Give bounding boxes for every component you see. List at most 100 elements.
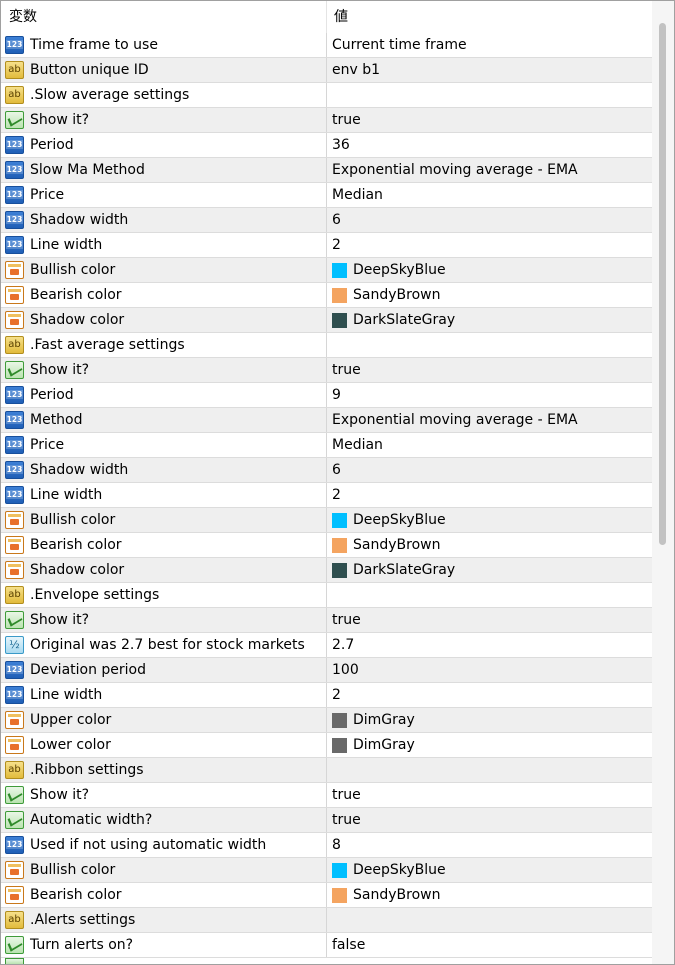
color-type-icon [5,311,24,329]
parameter-name: Shadow color [30,312,125,328]
parameter-row[interactable]: Method Exponential moving average - EMA [1,408,653,433]
parameter-value-cell[interactable] [327,583,653,607]
parameter-row[interactable]: Slow Ma Method Exponential moving average… [1,158,653,183]
parameter-name-cell: Show it? [1,608,327,632]
bool-type-icon [5,811,24,829]
parameter-name: Period [30,387,74,403]
integer-type-icon [5,161,24,179]
parameter-value-cell[interactable]: env b1 [327,58,653,82]
parameter-row[interactable]: Bullish color DeepSkyBlue [1,858,653,883]
column-header-variable[interactable]: 変数 [1,1,327,33]
parameter-row[interactable]: Show it? true [1,608,653,633]
parameter-row[interactable]: Bullish color DeepSkyBlue [1,508,653,533]
color-swatch [332,562,347,578]
parameter-row[interactable]: Lower color DimGray [1,733,653,758]
parameter-row[interactable]: .Fast average settings [1,333,653,358]
parameter-value: DarkSlateGray [353,312,456,328]
parameter-row[interactable]: Deviation period 100 [1,658,653,683]
parameter-row[interactable]: .Ribbon settings [1,758,653,783]
parameter-value-cell[interactable]: 2.7 [327,633,653,657]
parameter-value-cell[interactable]: DeepSkyBlue [327,508,653,532]
parameter-value-cell[interactable]: DeepSkyBlue [327,258,653,282]
vertical-scrollbar[interactable] [652,1,674,964]
parameter-value-cell[interactable]: SandyBrown [327,533,653,557]
parameter-row[interactable]: Turn alerts on? false [1,933,653,958]
parameter-value-cell[interactable]: DarkSlateGray [327,558,653,582]
parameter-row[interactable]: Period 9 [1,383,653,408]
parameter-row[interactable]: Button unique ID env b1 [1,58,653,83]
parameter-name-cell: Bearish color [1,533,327,557]
parameter-value: true [332,612,361,628]
parameter-row[interactable]: Upper color DimGray [1,708,653,733]
parameter-value-cell[interactable]: false [327,933,653,957]
parameter-row[interactable]: Line width 2 [1,233,653,258]
parameter-value-cell[interactable]: 8 [327,833,653,857]
parameter-row[interactable]: Shadow width 6 [1,458,653,483]
parameter-value-cell[interactable]: Current time frame [327,33,653,57]
parameter-name-cell: Period [1,383,327,407]
parameter-name-cell: Automatic width? [1,808,327,832]
parameter-value-cell[interactable]: Median [327,433,653,457]
parameter-value-cell[interactable]: 6 [327,208,653,232]
parameter-row[interactable]: Bearish color SandyBrown [1,533,653,558]
parameter-row[interactable]: Shadow color DarkSlateGray [1,558,653,583]
parameter-value-cell[interactable]: DeepSkyBlue [327,858,653,882]
parameter-row[interactable]: Time frame to use Current time frame [1,33,653,58]
color-type-icon [5,511,24,529]
parameter-value: DimGray [353,712,415,728]
parameter-row[interactable]: Shadow width 6 [1,208,653,233]
parameter-row[interactable]: .Slow average settings [1,83,653,108]
parameter-value-cell[interactable]: 36 [327,133,653,157]
parameter-value-cell[interactable] [327,908,653,932]
parameter-value-cell[interactable]: Median [327,183,653,207]
parameter-row[interactable]: Show it? true [1,108,653,133]
parameter-value-cell[interactable]: 100 [327,658,653,682]
parameter-value-cell[interactable]: SandyBrown [327,283,653,307]
parameter-value-cell[interactable]: true [327,608,653,632]
parameter-row[interactable]: Line width 2 [1,483,653,508]
parameter-value-cell[interactable] [327,83,653,107]
parameter-row[interactable]: Automatic width? true [1,808,653,833]
parameter-row[interactable]: Show it? true [1,358,653,383]
parameter-row[interactable]: Bullish color DeepSkyBlue [1,258,653,283]
parameter-row[interactable]: Line width 2 [1,683,653,708]
parameter-row[interactable]: Bearish color SandyBrown [1,883,653,908]
parameter-row[interactable]: Period 36 [1,133,653,158]
parameter-row[interactable]: Used if not using automatic width 8 [1,833,653,858]
parameter-row[interactable]: Bearish color SandyBrown [1,283,653,308]
parameter-value-cell[interactable]: Exponential moving average - EMA [327,158,653,182]
scrollbar-thumb[interactable] [659,23,666,545]
parameter-value: DeepSkyBlue [353,862,446,878]
parameter-value-cell[interactable]: true [327,783,653,807]
parameter-value-cell[interactable]: true [327,358,653,382]
parameter-value-cell[interactable]: true [327,108,653,132]
parameter-row[interactable]: Original was 2.7 best for stock markets 2… [1,633,653,658]
parameter-value: 8 [332,837,341,853]
parameter-row[interactable]: .Envelope settings [1,583,653,608]
parameter-value-cell[interactable]: 9 [327,383,653,407]
parameter-value-cell[interactable]: DarkSlateGray [327,308,653,332]
parameter-value-cell[interactable]: Exponential moving average - EMA [327,408,653,432]
parameter-row[interactable]: Price Median [1,183,653,208]
parameter-row[interactable]: Price Median [1,433,653,458]
parameter-value-cell[interactable]: 2 [327,483,653,507]
parameter-value-cell[interactable]: 2 [327,233,653,257]
parameter-name: Price [30,437,65,453]
parameter-value-cell[interactable] [327,333,653,357]
column-header-value[interactable]: 値 [327,1,653,33]
parameter-value-cell[interactable]: 2 [327,683,653,707]
color-swatch [332,262,347,278]
parameter-name-cell: Bearish color [1,283,327,307]
parameter-value-cell[interactable]: SandyBrown [327,883,653,907]
parameter-name-cell: Upper color [1,708,327,732]
parameter-value-cell[interactable]: DimGray [327,733,653,757]
parameter-value-cell[interactable]: 6 [327,458,653,482]
parameter-row[interactable]: .Alerts settings [1,908,653,933]
parameter-row[interactable]: Show it? true [1,783,653,808]
parameter-value-cell[interactable]: true [327,808,653,832]
color-swatch [332,887,347,903]
parameter-value-cell[interactable] [327,758,653,782]
parameter-row[interactable]: Shadow color DarkSlateGray [1,308,653,333]
parameter-value-cell[interactable]: DimGray [327,708,653,732]
parameter-value: DeepSkyBlue [353,262,446,278]
